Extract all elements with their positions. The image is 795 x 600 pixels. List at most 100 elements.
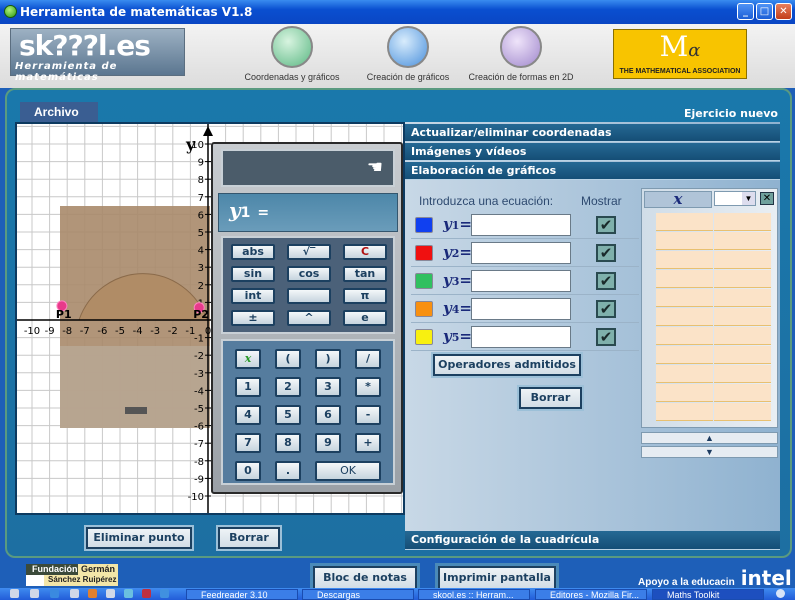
show-checkbox[interactable]: ✔ <box>596 328 616 346</box>
calc-key[interactable]: 9 <box>315 433 341 453</box>
nav-formas-2d[interactable]: Creación de formas en 2D <box>462 26 580 82</box>
calculator[interactable]: ☚ y1 = abs √‾ Csin cos tan int π ± ^ e x()/1 2 3 * 4 5… <box>211 142 403 494</box>
nav-creacion-graficos[interactable]: Creación de gráficos <box>358 26 458 82</box>
bloc-de-notas-button[interactable]: Bloc de notas <box>313 566 417 590</box>
equation-input[interactable] <box>471 214 571 236</box>
calc-key[interactable]: 4 <box>235 405 261 425</box>
calc-key[interactable]: ) <box>315 349 341 369</box>
section-configuracion-cuadricula[interactable]: Configuración de la cuadrícula <box>405 531 780 550</box>
equation-input[interactable] <box>471 326 571 348</box>
calc-key[interactable]: ( <box>275 349 301 369</box>
taskbar-item[interactable]: Feedreader 3.10 <box>186 589 298 600</box>
table-cell-x[interactable] <box>656 327 713 345</box>
color-swatch[interactable] <box>415 217 433 233</box>
calc-key[interactable]: / <box>355 349 381 369</box>
calc-key-fn[interactable]: ± <box>231 310 275 326</box>
ejercicio-nuevo-link[interactable]: Ejercicio nuevo <box>684 107 778 120</box>
table-cell-x[interactable] <box>656 384 713 402</box>
table-cell-y[interactable] <box>714 365 771 383</box>
calc-key[interactable]: 8 <box>275 433 301 453</box>
calc-key[interactable]: 2 <box>275 377 301 397</box>
calc-key-fn[interactable]: abs <box>231 244 275 260</box>
minimize-button[interactable]: _ <box>737 3 754 20</box>
borrar-equations-button[interactable]: Borrar <box>519 387 582 409</box>
imprimir-pantalla-button[interactable]: Imprimir pantalla <box>438 566 556 590</box>
table-cell-y[interactable] <box>714 346 771 364</box>
color-swatch[interactable] <box>415 301 433 317</box>
table-cell-x[interactable] <box>656 289 713 307</box>
ie-icon[interactable] <box>50 589 59 598</box>
table-cell-x[interactable] <box>656 213 713 231</box>
calc-key[interactable]: - <box>355 405 381 425</box>
show-checkbox[interactable]: ✔ <box>596 244 616 262</box>
calc-key[interactable]: * <box>355 377 381 397</box>
table-cell-y[interactable] <box>714 403 771 421</box>
quicklaunch-icon[interactable] <box>30 589 39 598</box>
calc-key-fn[interactable]: tan <box>343 266 387 282</box>
calc-ok-button[interactable]: OK <box>315 461 381 481</box>
quicklaunch-icon[interactable] <box>10 589 19 598</box>
show-checkbox[interactable]: ✔ <box>596 300 616 318</box>
taskbar-item[interactable]: skool.es :: Herram... <box>418 589 530 600</box>
quicklaunch-icon[interactable] <box>160 589 169 598</box>
close-button[interactable]: ✕ <box>775 3 792 20</box>
section-actualizar-coordenadas[interactable]: Actualizar/eliminar coordenadas <box>405 124 780 142</box>
table-cell-x[interactable] <box>656 346 713 364</box>
scroll-up-button[interactable]: ▲ <box>641 432 778 444</box>
color-swatch[interactable] <box>415 245 433 261</box>
calc-key-fn[interactable]: int <box>231 288 275 304</box>
table-cell-y[interactable] <box>714 251 771 269</box>
calc-key-fn[interactable]: e <box>343 310 387 326</box>
archivo-menu[interactable]: Archivo <box>20 102 98 122</box>
calc-key[interactable]: x <box>235 349 261 369</box>
quicklaunch-icon[interactable] <box>70 589 79 598</box>
calc-key-fn[interactable]: π <box>343 288 387 304</box>
color-swatch[interactable] <box>415 329 433 345</box>
section-imagenes-videos[interactable]: Imágenes y vídeos <box>405 143 780 161</box>
tray-icon[interactable] <box>776 589 785 598</box>
table-cell-y[interactable] <box>714 289 771 307</box>
equation-input[interactable] <box>471 242 571 264</box>
table-cell-y[interactable] <box>714 232 771 250</box>
show-checkbox[interactable]: ✔ <box>596 272 616 290</box>
color-swatch[interactable] <box>415 273 433 289</box>
borrar-graph-button[interactable]: Borrar <box>218 527 280 549</box>
maximize-button[interactable]: □ <box>756 3 773 20</box>
calc-key[interactable]: 6 <box>315 405 341 425</box>
table-cell-y[interactable] <box>714 270 771 288</box>
calc-key[interactable]: 0 <box>235 461 261 481</box>
table-cell-x[interactable] <box>656 232 713 250</box>
show-checkbox[interactable]: ✔ <box>596 216 616 234</box>
calc-key[interactable]: . <box>275 461 301 481</box>
quicklaunch-icon[interactable] <box>106 589 115 598</box>
quicklaunch-icon[interactable] <box>142 589 151 598</box>
table-cell-x[interactable] <box>656 251 713 269</box>
calc-key[interactable]: 7 <box>235 433 261 453</box>
table-cell-y[interactable] <box>714 327 771 345</box>
taskbar-item[interactable]: Editores - Mozilla Fir... <box>535 589 647 600</box>
mathematical-association-logo[interactable]: Mα THE MATHEMATICAL ASSOCIATION <box>613 29 747 79</box>
table-cell-y[interactable] <box>714 384 771 402</box>
table-cell-x[interactable] <box>656 365 713 383</box>
calc-key[interactable]: 5 <box>275 405 301 425</box>
section-elaboracion-graficos[interactable]: Elaboración de gráficos <box>405 162 780 180</box>
equation-input[interactable] <box>471 270 571 292</box>
table-cell-x[interactable] <box>656 403 713 421</box>
nav-coordenadas[interactable]: Coordenadas y gráficos <box>238 26 346 82</box>
firefox-icon[interactable] <box>88 589 97 598</box>
table-column-select[interactable]: ▼ <box>714 191 756 206</box>
table-cell-x[interactable] <box>656 308 713 326</box>
operadores-admitidos-button[interactable]: Operadores admitidos <box>433 354 581 376</box>
table-cell-x[interactable] <box>656 270 713 288</box>
table-cell-y[interactable] <box>714 213 771 231</box>
scroll-down-button[interactable]: ▼ <box>641 446 778 458</box>
calc-key-fn[interactable]: cos <box>287 266 331 282</box>
close-table-icon[interactable]: ✕ <box>760 192 774 205</box>
calc-key[interactable]: + <box>355 433 381 453</box>
calc-key-fn[interactable]: sin <box>231 266 275 282</box>
taskbar-item-active[interactable]: Maths Toolkit <box>652 589 764 600</box>
taskbar-item[interactable]: Descargas <box>302 589 414 600</box>
equation-input[interactable] <box>471 298 571 320</box>
calc-key-fn[interactable]: √‾ <box>287 244 331 260</box>
eliminar-punto-button[interactable]: Eliminar punto <box>86 527 192 549</box>
